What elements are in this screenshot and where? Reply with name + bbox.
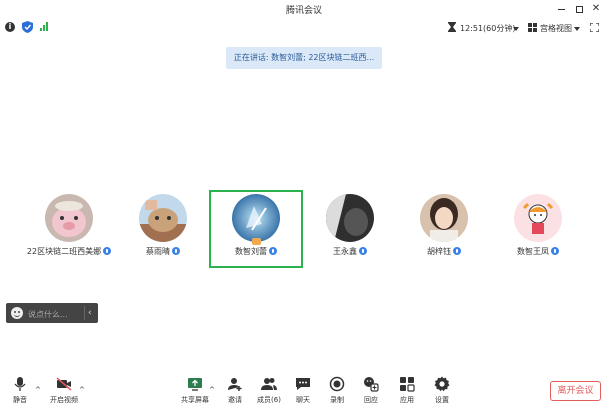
participant-name: 22区块链二班西美娜 — [26, 247, 102, 256]
meeting-info-icon[interactable]: i — [5, 22, 15, 32]
reactions-button[interactable]: 回应 — [354, 374, 388, 408]
microphone-icon — [14, 377, 26, 391]
video-off-icon — [56, 377, 72, 391]
participant-name: 王永鑫 — [333, 247, 357, 256]
add-user-icon — [228, 378, 242, 391]
shield-icon[interactable] — [22, 21, 33, 33]
microphone-icon — [551, 247, 559, 255]
meeting-toolbar: 静音 开启视频 共享屏幕 邀请 成员(6) 聊天 录制 回应 应用 设置 — [0, 372, 608, 409]
emoji-icon[interactable] — [11, 307, 23, 319]
microphone-icon — [359, 247, 367, 255]
leave-meeting-button[interactable]: 离开会议 — [550, 381, 601, 401]
share-screen-button[interactable]: 共享屏幕 — [178, 374, 212, 408]
close-icon: ✕ — [591, 3, 601, 14]
participant-tile[interactable]: 蔡雨晴 — [116, 190, 210, 268]
reaction-icon — [364, 377, 379, 392]
avatar — [420, 194, 468, 242]
settings-label: 设置 — [435, 396, 449, 404]
audio-options-chevron-icon[interactable]: ^ — [35, 386, 41, 394]
participant-tile[interactable]: 22区块链二班西美娜 — [22, 190, 116, 268]
microphone-icon — [453, 247, 461, 255]
avatar — [139, 194, 187, 242]
meeting-info-bar: i 12:51(60分钟) 宫格视图 — [0, 18, 608, 38]
record-icon — [329, 376, 345, 392]
quick-chat-input[interactable]: 说点什么... ‹ — [6, 303, 98, 323]
video-label: 开启视频 — [50, 396, 78, 404]
window-title: 腾讯会议 — [285, 6, 322, 16]
participant-tile[interactable]: 王永鑫 — [303, 190, 397, 268]
microphone-icon — [172, 247, 180, 255]
chat-placeholder[interactable]: 说点什么... — [28, 309, 68, 320]
avatar — [514, 194, 562, 242]
mute-button[interactable]: 静音 — [3, 374, 37, 408]
fullscreen-icon[interactable] — [590, 23, 599, 32]
participant-name: 胡梓钰 — [427, 247, 451, 256]
participant-name: 蔡雨晴 — [146, 247, 170, 256]
video-options-chevron-icon[interactable]: ^ — [79, 386, 85, 394]
minimize-button[interactable] — [554, 2, 568, 16]
network-signal-icon[interactable] — [40, 22, 50, 31]
collapse-chevron-icon[interactable]: ‹ — [88, 307, 92, 319]
chat-icon — [296, 378, 310, 390]
share-options-chevron-icon[interactable]: ^ — [209, 386, 215, 394]
gear-icon — [434, 376, 450, 392]
title-bar: 腾讯会议 ✕ — [0, 0, 608, 18]
host-badge-icon — [252, 238, 261, 245]
divider — [84, 306, 85, 320]
microphone-icon — [269, 247, 277, 255]
microphone-icon — [103, 247, 112, 255]
timer-dropdown-icon[interactable] — [513, 27, 519, 31]
settings-button[interactable]: 设置 — [425, 374, 459, 408]
mute-label: 静音 — [13, 396, 27, 404]
participant-tile[interactable]: 数智王凤 — [491, 190, 585, 268]
members-icon — [261, 378, 277, 390]
maximize-icon — [575, 5, 583, 13]
minimize-icon — [557, 8, 565, 10]
hourglass-icon — [448, 22, 456, 32]
speaking-indicator: 正在讲话: 数智刘蕾; 22区块链二班西... — [226, 47, 382, 69]
view-dropdown-icon[interactable] — [574, 27, 580, 31]
close-button[interactable]: ✕ — [589, 2, 603, 16]
participant-tile-active-speaker[interactable]: 数智刘蕾 — [209, 190, 303, 268]
apps-icon — [400, 377, 415, 392]
share-screen-icon — [188, 378, 202, 391]
participant-tile[interactable]: 胡梓钰 — [397, 190, 491, 268]
participant-name: 数智王凤 — [517, 247, 549, 256]
avatar — [232, 194, 280, 242]
start-video-button[interactable]: 开启视频 — [47, 374, 81, 408]
avatar — [45, 194, 93, 242]
meeting-timer[interactable]: 12:51(60分钟) — [460, 23, 515, 34]
avatar — [326, 194, 374, 242]
view-mode-label[interactable]: 宫格视图 — [540, 23, 572, 34]
participant-name: 数智刘蕾 — [235, 247, 267, 256]
grid-view-icon[interactable] — [528, 23, 537, 32]
maximize-button[interactable] — [572, 2, 586, 16]
